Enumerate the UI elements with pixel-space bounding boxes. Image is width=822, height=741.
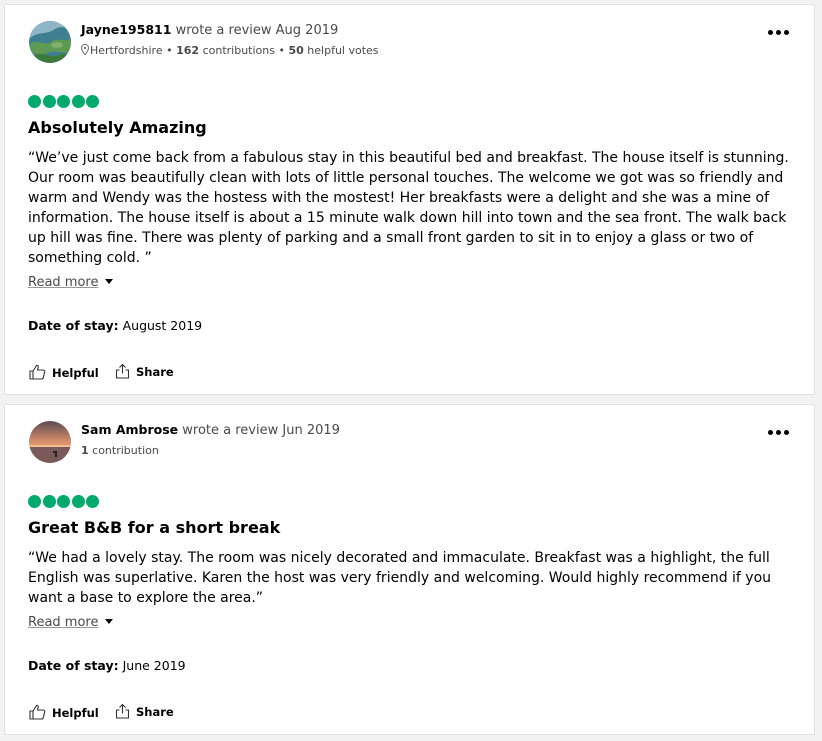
helpful-label: Helpful: [52, 366, 99, 380]
share-button[interactable]: Share: [115, 363, 174, 379]
thumbs-up-icon: [29, 364, 46, 380]
review-title[interactable]: Great B&B for a short break: [28, 518, 280, 537]
share-button[interactable]: Share: [115, 703, 174, 719]
helpful-button[interactable]: Helpful: [29, 704, 99, 720]
review-body: “We had a lovely stay. The room was nice…: [28, 550, 772, 606]
review-header: Jayne195811 wrote a review Aug 2019: [81, 22, 338, 38]
rating-bubble-icon: [28, 95, 41, 108]
share-icon: [115, 703, 130, 719]
review-header: Sam Ambrose wrote a review Jun 2019: [81, 422, 340, 438]
username-link[interactable]: Jayne195811: [81, 22, 171, 37]
contribution-label: contributions: [202, 44, 275, 57]
contribution-count: 1: [81, 444, 89, 457]
rating-bubble-icon: [71, 495, 85, 508]
date-of-stay-value: August 2019: [122, 318, 203, 333]
rating-bubble-icon: [42, 95, 56, 108]
read-more-label: Read more: [28, 275, 99, 290]
helpful-vote-count: 50: [288, 44, 304, 57]
rating-bubble-icon: [86, 495, 99, 508]
share-label: Share: [136, 705, 174, 719]
caret-down-icon: [105, 279, 114, 284]
thumbs-up-icon: [29, 704, 46, 720]
avatar[interactable]: [29, 421, 71, 463]
location-pin-icon: [81, 44, 89, 55]
wrote-review-text: wrote a review Jun 2019: [182, 423, 340, 438]
rating-bubble-icon: [57, 95, 70, 108]
rating-bubble-icon: [28, 495, 41, 508]
reviewer-meta: Hertfordshire • 162 contributions • 50 h…: [81, 44, 379, 57]
avatar[interactable]: [29, 21, 71, 63]
reviewer-meta: 1 contribution: [81, 444, 159, 457]
reviewer-location: Hertfordshire: [90, 44, 163, 57]
review-body: “We’ve just come back from a fabulous st…: [28, 150, 789, 266]
contribution-label: contribution: [92, 444, 159, 457]
rating-bubble-icon: [86, 95, 99, 108]
review-title[interactable]: Absolutely Amazing: [28, 118, 207, 137]
read-more-label: Read more: [28, 615, 99, 630]
rating-bubble-icon: [71, 95, 85, 108]
rating-bubble-icon: [57, 495, 70, 508]
rating-bubble-icon: [42, 495, 56, 508]
date-of-stay-label: Date of stay: [28, 658, 114, 673]
review-card: Jayne195811 wrote a review Aug 2019 Hert…: [4, 4, 815, 395]
share-icon: [115, 363, 130, 379]
date-of-stay-value: June 2019: [122, 658, 186, 673]
contribution-count: 162: [176, 44, 200, 57]
date-of-stay: Date of stay: August 2019: [28, 318, 203, 333]
read-more-link[interactable]: Read more: [28, 275, 114, 290]
wrote-review-text: wrote a review Aug 2019: [175, 23, 339, 38]
bubble-rating: [28, 93, 101, 108]
share-label: Share: [136, 365, 174, 379]
date-of-stay: Date of stay: June 2019: [28, 658, 186, 673]
helpful-vote-label: helpful votes: [307, 44, 379, 57]
helpful-button[interactable]: Helpful: [29, 364, 99, 380]
read-more-link[interactable]: Read more: [28, 615, 114, 630]
more-options-icon[interactable]: [768, 27, 790, 37]
date-of-stay-label: Date of stay: [28, 318, 114, 333]
caret-down-icon: [105, 619, 114, 624]
helpful-label: Helpful: [52, 706, 99, 720]
more-options-icon[interactable]: [768, 427, 790, 437]
username-link[interactable]: Sam Ambrose: [81, 422, 178, 437]
review-card: Sam Ambrose wrote a review Jun 2019 1 co…: [4, 404, 815, 735]
bubble-rating: [28, 493, 101, 508]
